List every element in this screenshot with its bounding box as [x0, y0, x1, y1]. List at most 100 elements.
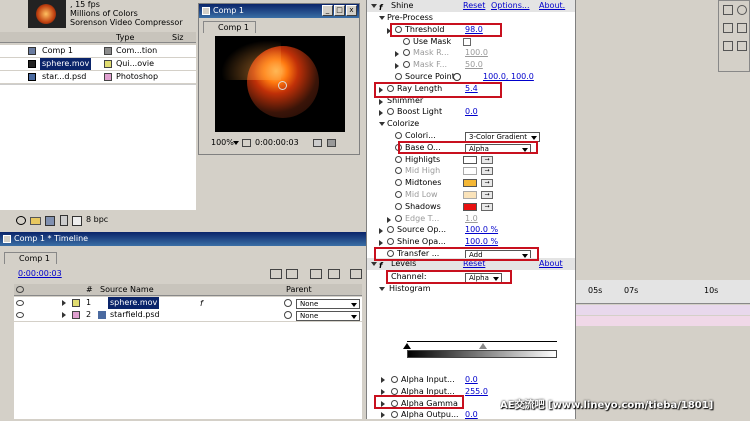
param-value[interactable]: 100.0	[465, 47, 488, 59]
stopwatch-icon[interactable]	[395, 73, 402, 80]
effect-reset-button[interactable]: Reset	[463, 0, 485, 12]
grid-icon[interactable]	[242, 139, 251, 147]
column-size[interactable]: Siz	[172, 32, 184, 42]
stopwatch-icon[interactable]	[395, 191, 402, 198]
stopwatch-icon[interactable]	[403, 61, 410, 69]
stopwatch-icon[interactable]	[403, 37, 410, 45]
param-expand-icon[interactable]	[379, 86, 383, 93]
eye-icon[interactable]	[16, 300, 24, 306]
column-parent[interactable]: Parent	[286, 284, 312, 295]
zoom-tool-icon[interactable]	[737, 5, 747, 15]
layer-name[interactable]: starfield.psd	[110, 309, 160, 321]
stopwatch-icon[interactable]	[395, 155, 402, 163]
project-item[interactable]: Comp 1 Com...tion	[0, 45, 196, 57]
param-checkbox[interactable]	[463, 37, 471, 46]
effect-options-button[interactable]: Options...	[491, 0, 530, 12]
stopwatch-icon[interactable]	[387, 84, 394, 92]
comp-flowchart-icon[interactable]	[270, 269, 282, 279]
pickwhip-icon[interactable]	[284, 311, 292, 319]
layer-row[interactable]: 1 sphere.mov f None	[14, 297, 362, 309]
param-value[interactable]: 100.0, 100.0	[483, 71, 534, 83]
motion-blur-icon[interactable]	[328, 269, 340, 279]
param-expand-icon[interactable]	[395, 51, 399, 58]
layer-expand-icon[interactable]	[62, 300, 66, 306]
stopwatch-icon[interactable]	[387, 108, 394, 116]
trash-icon[interactable]	[60, 215, 68, 226]
project-item[interactable]: sphere.mov Qui...ovie	[0, 58, 196, 70]
color-swatch[interactable]	[463, 155, 477, 164]
rotate-tool-icon[interactable]	[723, 23, 733, 33]
parent-select[interactable]: None	[296, 299, 360, 309]
color-swatch[interactable]	[463, 179, 477, 188]
eye-icon[interactable]	[16, 312, 24, 318]
minimize-button[interactable]: _	[322, 5, 333, 16]
close-button[interactable]: x	[346, 5, 357, 16]
stopwatch-icon[interactable]	[395, 214, 402, 222]
zoom-dropdown-icon[interactable]	[233, 141, 239, 145]
layer-bar-1[interactable]	[576, 305, 750, 315]
pan-tool-icon[interactable]	[737, 23, 747, 33]
param-value[interactable]: 1.0	[465, 213, 478, 225]
layer-name[interactable]: sphere.mov	[108, 297, 160, 309]
color-swatch[interactable]	[463, 167, 477, 176]
pickwhip-icon[interactable]	[284, 299, 292, 307]
stopwatch-icon[interactable]	[395, 167, 402, 175]
stopwatch-icon[interactable]	[395, 179, 402, 187]
depth-icon[interactable]	[72, 216, 82, 226]
color-swatch[interactable]	[463, 191, 477, 199]
effect-expand-icon[interactable]	[371, 4, 377, 8]
param-expand-icon[interactable]	[387, 27, 391, 34]
param-value[interactable]: 5.4	[465, 83, 478, 95]
bpc-label[interactable]: 8 bpc	[86, 215, 108, 224]
eyedropper-icon[interactable]: →	[481, 155, 493, 164]
text-tool-icon[interactable]	[737, 41, 747, 51]
layer-label-swatch[interactable]	[72, 299, 80, 307]
folder-icon[interactable]	[30, 217, 41, 225]
layer-bar-2[interactable]	[576, 316, 750, 326]
param-select[interactable]: Alpha	[465, 143, 531, 154]
find-icon[interactable]	[16, 216, 26, 225]
layer-row[interactable]: 2 starfield.psd None	[14, 309, 362, 321]
fx-toggle-icon[interactable]: f	[379, 2, 382, 12]
zoom-level[interactable]: 100%	[211, 137, 234, 149]
param-expand-icon[interactable]	[387, 216, 391, 223]
stopwatch-icon[interactable]	[395, 202, 402, 210]
layer-expand-icon[interactable]	[62, 312, 66, 318]
stopwatch-icon[interactable]	[395, 132, 402, 139]
param-expand-icon[interactable]	[379, 98, 383, 105]
fx-switch-icon[interactable]: f	[200, 298, 203, 309]
param-expand-icon[interactable]	[379, 122, 385, 127]
column-source-name[interactable]: Source Name	[100, 284, 154, 295]
new-comp-icon[interactable]	[45, 216, 55, 226]
draft-3d-icon[interactable]	[310, 269, 322, 279]
comp-viewer[interactable]	[215, 36, 345, 132]
channel-icon[interactable]	[327, 139, 336, 147]
live-update-icon[interactable]	[286, 269, 298, 279]
eyedropper-icon[interactable]: →	[481, 179, 493, 188]
source-point-crosshair-icon[interactable]	[278, 81, 287, 90]
timeline-timecode[interactable]: 0:00:00:03	[18, 269, 62, 278]
param-expand-icon[interactable]	[379, 110, 383, 117]
maximize-button[interactable]: □	[334, 5, 345, 16]
param-value[interactable]: 50.0	[465, 59, 483, 71]
stopwatch-icon[interactable]	[395, 143, 402, 151]
timeline-titlebar[interactable]: Comp 1 * Timeline	[0, 232, 366, 246]
eyedropper-icon[interactable]: →	[481, 202, 493, 211]
hand-tool-icon[interactable]	[723, 5, 733, 15]
param-value[interactable]: 98.0	[465, 24, 483, 36]
stopwatch-icon[interactable]	[395, 25, 402, 33]
param-value[interactable]: 0.0	[465, 106, 478, 118]
comp-timecode[interactable]: 0:00:00:03	[255, 137, 299, 149]
comp-tab[interactable]: Comp 1	[203, 21, 256, 33]
eyedropper-icon[interactable]: →	[481, 191, 493, 199]
effect-about-button[interactable]: About.	[539, 0, 565, 12]
stopwatch-icon[interactable]	[403, 49, 410, 57]
parent-select[interactable]: None	[296, 311, 360, 321]
color-swatch[interactable]	[463, 202, 477, 211]
pen-tool-icon[interactable]	[723, 41, 733, 51]
snapshot-icon[interactable]	[313, 139, 322, 147]
timeline-tab[interactable]: Comp 1	[4, 252, 57, 264]
param-expand-icon[interactable]	[395, 63, 399, 70]
crosshair-icon[interactable]	[453, 73, 461, 81]
graph-icon[interactable]	[350, 269, 362, 279]
